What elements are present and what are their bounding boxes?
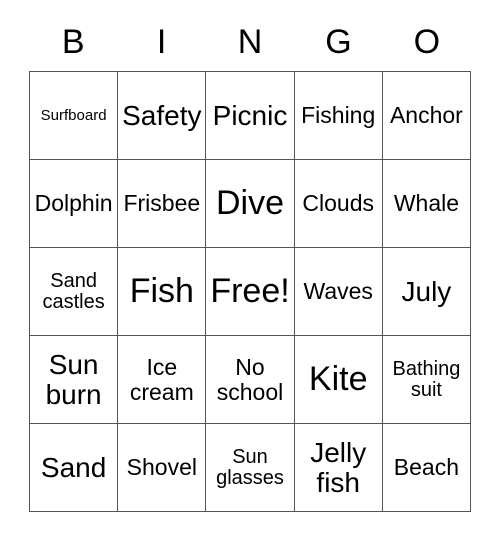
bingo-cell[interactable]: Jelly fish bbox=[294, 424, 383, 512]
bingo-cell[interactable]: Anchor bbox=[382, 72, 472, 160]
bingo-cell-label: Waves bbox=[303, 278, 373, 305]
bingo-cell[interactable]: No school bbox=[206, 336, 295, 424]
bingo-cell-label: No school bbox=[216, 354, 284, 405]
bingo-cell-label: Free! bbox=[210, 271, 290, 310]
bingo-cell-label: Shovel bbox=[126, 454, 197, 481]
bingo-cell-label: Sand bbox=[40, 451, 107, 483]
bingo-row: Sand castles Fish Free! Waves July bbox=[30, 248, 472, 336]
bingo-cell[interactable]: Fishing bbox=[294, 72, 383, 160]
bingo-cell-label: Beach bbox=[393, 454, 460, 481]
bingo-cell-label: Sun glasses bbox=[216, 445, 284, 489]
bingo-cell-label: July bbox=[401, 275, 452, 307]
bingo-row: Dolphin Frisbee Dive Clouds Whale bbox=[30, 160, 472, 248]
bingo-cell[interactable]: Sand castles bbox=[30, 248, 119, 336]
bingo-card: B I N G O Surfboard Safety Picnic Fishin… bbox=[29, 12, 472, 512]
bingo-cell[interactable]: Kite bbox=[294, 336, 383, 424]
bingo-cell[interactable]: July bbox=[382, 248, 472, 336]
bingo-cell[interactable]: Whale bbox=[382, 160, 472, 248]
bingo-cell-label: Bathing suit bbox=[392, 357, 461, 401]
bingo-cell-label: Frisbee bbox=[123, 190, 201, 217]
bingo-cell[interactable]: Frisbee bbox=[118, 160, 207, 248]
bingo-cell-label: Anchor bbox=[389, 102, 463, 129]
bingo-cell[interactable]: Safety bbox=[118, 72, 207, 160]
bingo-header-letter-b: B bbox=[61, 22, 85, 61]
bingo-cell[interactable]: Sand bbox=[30, 424, 119, 512]
bingo-header-letter-g: G bbox=[325, 22, 352, 61]
bingo-cell-label: Sand castles bbox=[42, 269, 105, 313]
bingo-cell-label: Whale bbox=[393, 190, 460, 217]
bingo-cell[interactable]: Bathing suit bbox=[382, 336, 472, 424]
bingo-cell[interactable]: Sun burn bbox=[30, 336, 119, 424]
bingo-cell-label: Jelly fish bbox=[310, 437, 367, 498]
bingo-cell[interactable]: Waves bbox=[294, 248, 383, 336]
bingo-cell-label: Picnic bbox=[212, 99, 288, 131]
bingo-header-letter-o: O bbox=[413, 22, 441, 61]
bingo-cell[interactable]: Shovel bbox=[118, 424, 207, 512]
bingo-row: Sand Shovel Sun glasses Jelly fish Beach bbox=[30, 424, 472, 512]
bingo-cell-label: Kite bbox=[308, 359, 368, 398]
bingo-cell[interactable]: Ice cream bbox=[118, 336, 207, 424]
bingo-cell-label: Sun burn bbox=[45, 349, 102, 410]
bingo-cell[interactable]: Picnic bbox=[206, 72, 295, 160]
bingo-cell[interactable]: Sun glasses bbox=[206, 424, 295, 512]
bingo-cell-label: Fishing bbox=[301, 102, 376, 129]
bingo-cell-label: Dive bbox=[215, 183, 285, 222]
bingo-cell-label: Ice cream bbox=[129, 354, 194, 405]
bingo-cell[interactable]: Clouds bbox=[294, 160, 383, 248]
bingo-header-letter-n: N bbox=[237, 22, 263, 61]
bingo-cell[interactable]: Beach bbox=[382, 424, 472, 512]
bingo-cell[interactable]: Fish bbox=[118, 248, 207, 336]
bingo-cell-label: Safety bbox=[122, 99, 202, 131]
bingo-row: Surfboard Safety Picnic Fishing Anchor bbox=[30, 72, 472, 160]
bingo-cell-label: Fish bbox=[129, 271, 194, 310]
bingo-cell-free[interactable]: Free! bbox=[206, 248, 295, 336]
bingo-cell[interactable]: Dive bbox=[206, 160, 295, 248]
bingo-cell-label: Surfboard bbox=[40, 106, 107, 124]
bingo-header-row: B I N G O bbox=[29, 12, 471, 71]
bingo-cell-label: Dolphin bbox=[34, 190, 113, 217]
bingo-cell[interactable]: Surfboard bbox=[30, 72, 119, 160]
bingo-cell[interactable]: Dolphin bbox=[30, 160, 119, 248]
bingo-cell-label: Clouds bbox=[302, 190, 375, 217]
bingo-header-letter-i: I bbox=[156, 22, 167, 61]
bingo-grid: Surfboard Safety Picnic Fishing Anchor D… bbox=[29, 71, 472, 512]
bingo-row: Sun burn Ice cream No school Kite Bathin… bbox=[30, 336, 472, 424]
